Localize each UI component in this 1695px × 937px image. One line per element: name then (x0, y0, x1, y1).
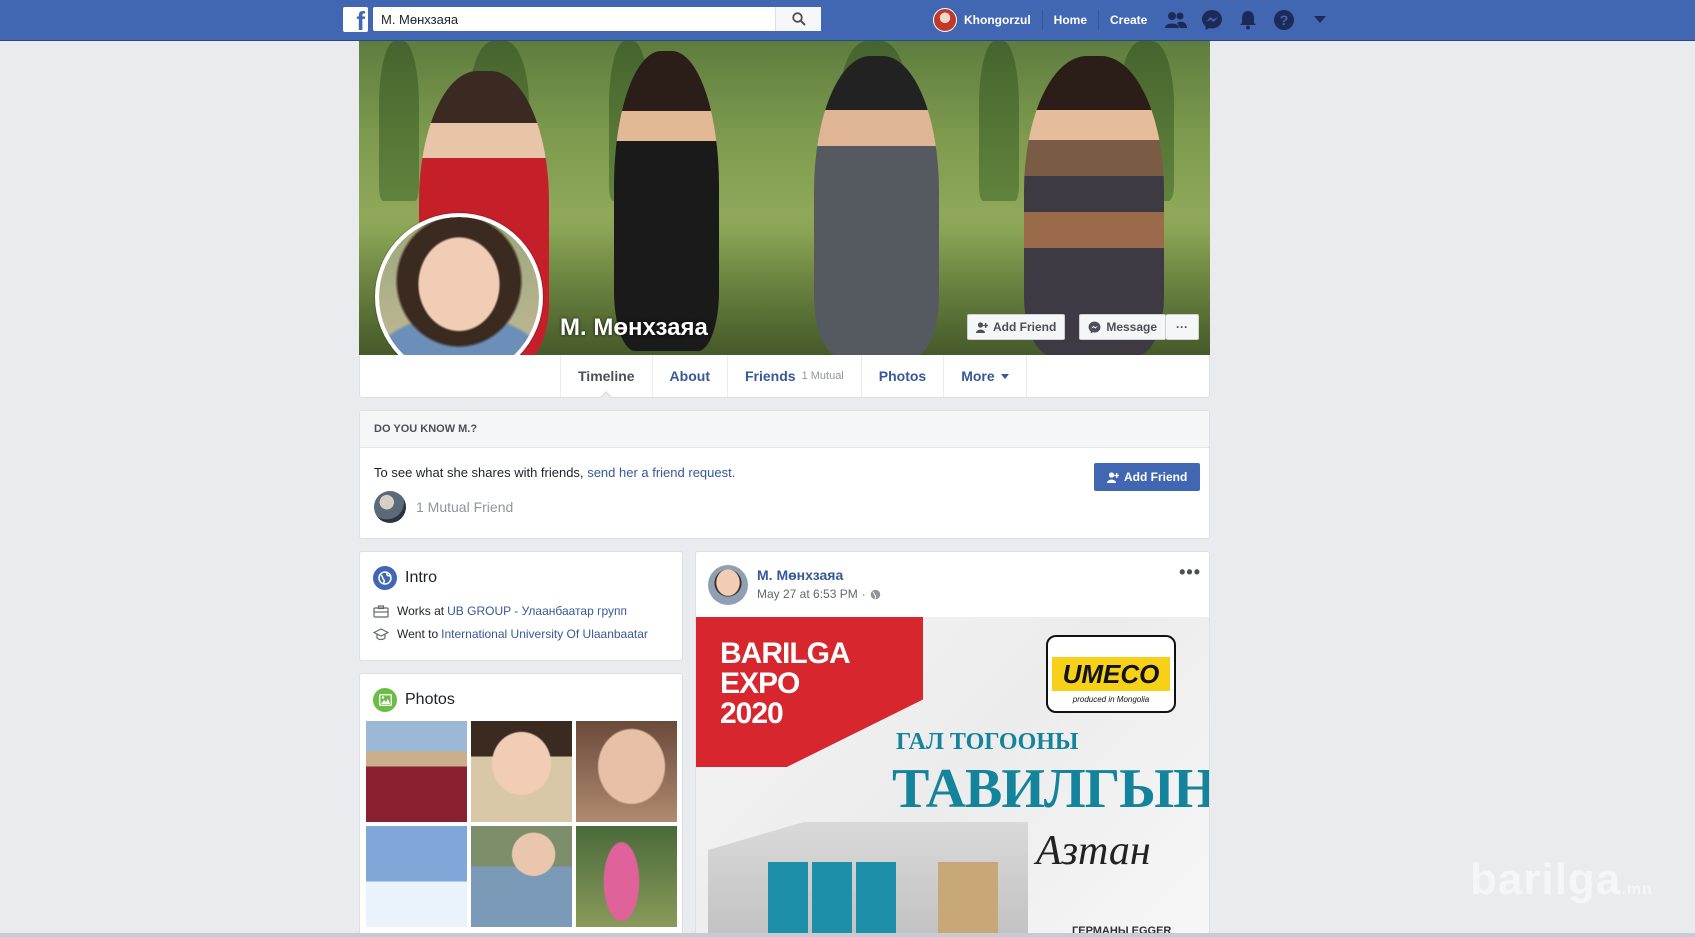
ad-headline-small: ГАЛ ТОГООНЫ (896, 729, 1079, 755)
messenger-icon (1088, 321, 1101, 333)
add-friend-icon (976, 321, 988, 333)
profile-name[interactable]: М. Мөнхзаяа (560, 314, 708, 342)
svg-text:?: ? (1280, 12, 1289, 28)
avatar[interactable] (933, 8, 957, 32)
ad-headline-large: ТАВИЛГЫН (892, 758, 1210, 820)
public-globe-icon (870, 589, 880, 599)
tab-photos[interactable]: Photos (862, 355, 945, 397)
messenger-icon[interactable] (1194, 0, 1230, 40)
message-button-group: Message ··· (1079, 314, 1200, 340)
search-box (373, 7, 821, 31)
briefcase-icon (373, 604, 389, 618)
cover-person (1024, 56, 1164, 355)
photo-thumbnail[interactable] (471, 721, 572, 822)
search-icon (791, 12, 806, 26)
do-you-know-card: DO YOU KNOW M.? To see what she shares w… (359, 410, 1210, 539)
create-link[interactable]: Create (1099, 10, 1158, 30)
top-nav-right: Khongorzul Home Create ? (933, 0, 1338, 40)
add-friend-button[interactable]: Add Friend (1094, 463, 1201, 491)
tab-timeline[interactable]: Timeline (561, 355, 653, 399)
cover-action-buttons: Add Friend Message ··· (953, 314, 1200, 340)
expo-logo-text: BARILGA EXPO 2020 (720, 637, 851, 730)
add-friend-icon (1107, 471, 1119, 483)
photo-thumbnail[interactable] (366, 826, 467, 927)
photos-card: Photos (359, 673, 683, 937)
avatar[interactable] (374, 491, 406, 523)
tab-more[interactable]: More (944, 355, 1027, 397)
chevron-down-icon (1000, 373, 1009, 379)
add-friend-button[interactable]: Add Friend (967, 314, 1066, 340)
post-image[interactable]: BARILGA EXPO 2020 UMECO produced in Mong… (696, 617, 1210, 936)
profile-tabs: Timeline About Friends 1 Mutual Photos Mo… (359, 355, 1210, 399)
top-navigation-bar: f Khongorzul Home Create ? (0, 0, 1695, 41)
cover-person (614, 51, 719, 351)
photo-thumbnail[interactable] (576, 826, 677, 927)
photo-thumbnail[interactable] (471, 826, 572, 927)
photo-icon (373, 688, 397, 712)
cover-tree (379, 41, 419, 201)
timeline-post: М. Мөнхзаяа May 27 at 6:53 PM · ••• BARI… (695, 551, 1210, 937)
umeco-logo: UMECO produced in Mongolia (1046, 635, 1176, 713)
home-link[interactable]: Home (1043, 10, 1099, 30)
mutual-count: 1 Mutual (801, 370, 844, 382)
profile-link[interactable]: Khongorzul (964, 10, 1043, 30)
friends-icon[interactable] (1158, 0, 1194, 40)
photo-thumbnail[interactable] (366, 721, 467, 822)
taskbar-edge (0, 933, 1695, 937)
card-heading: DO YOU KNOW M.? (360, 411, 1209, 448)
ad-headline-script: Азтан (1036, 828, 1151, 874)
notifications-icon[interactable] (1230, 0, 1266, 40)
photos-title[interactable]: Photos (373, 688, 455, 712)
mutual-friend-label[interactable]: 1 Mutual Friend (416, 499, 513, 515)
intro-card: Intro Works at UB GROUP - Улаанбаатар гру… (359, 551, 683, 661)
avatar[interactable] (708, 565, 748, 605)
search-button[interactable] (775, 7, 821, 31)
kitchen-illustration (708, 822, 1028, 936)
workplace-link[interactable]: UB GROUP - Улаанбаатар групп (447, 604, 627, 618)
help-icon[interactable]: ? (1266, 0, 1302, 40)
globe-icon (373, 566, 397, 590)
mutual-friend[interactable]: 1 Mutual Friend (374, 491, 513, 523)
photo-thumbnail[interactable] (576, 721, 677, 822)
friend-request-prompt: To see what she shares with friends, sen… (374, 465, 736, 480)
message-button[interactable]: Message (1079, 314, 1167, 340)
intro-title: Intro (373, 566, 437, 590)
send-friend-request-link[interactable]: send her a friend request. (587, 465, 735, 480)
barilga-watermark: barilga.mn (1470, 855, 1653, 904)
school-link[interactable]: International University Of Ulaanbaatar (441, 627, 648, 641)
post-author[interactable]: М. Мөнхзаяа (757, 567, 843, 583)
graduation-cap-icon (373, 627, 389, 640)
post-meta: May 27 at 6:53 PM · (757, 587, 881, 601)
cover-tree (979, 41, 1019, 201)
cover-person (814, 56, 939, 355)
post-options-icon[interactable]: ••• (1179, 562, 1201, 583)
post-timestamp[interactable]: May 27 at 6:53 PM (757, 587, 858, 601)
more-options-button[interactable]: ··· (1166, 314, 1200, 340)
tab-friends[interactable]: Friends 1 Mutual (728, 355, 862, 397)
intro-education: Went to International University Of Ulaan… (373, 627, 648, 641)
intro-work: Works at UB GROUP - Улаанбаатар групп (373, 604, 627, 618)
tab-about[interactable]: About (653, 355, 728, 397)
search-input[interactable] (373, 7, 775, 31)
account-menu-icon[interactable] (1302, 0, 1338, 40)
photos-grid (366, 721, 677, 927)
facebook-logo[interactable]: f (343, 7, 368, 32)
